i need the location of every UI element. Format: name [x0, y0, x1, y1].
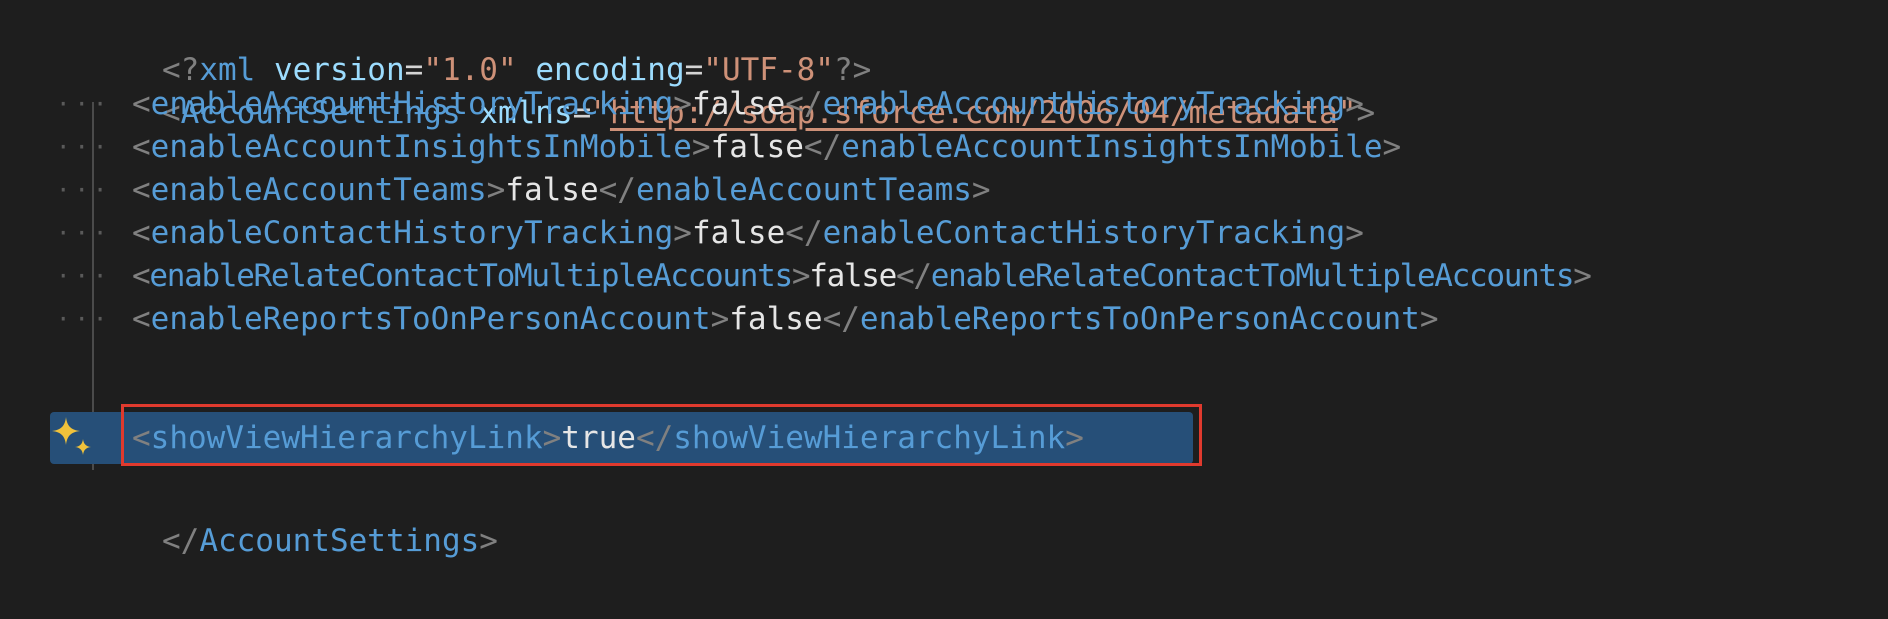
tag-bracket: </: [785, 86, 823, 122]
tag-bracket: </: [896, 258, 932, 294]
tag-bracket: >: [1419, 301, 1439, 337]
tag-bracket: >: [1382, 129, 1402, 165]
tag-bracket: >: [710, 301, 730, 337]
tag-bracket: <: [132, 215, 151, 251]
tag-bracket: >: [971, 172, 991, 208]
setting-close-tag: enableRelateContactToMultipleAccounts: [930, 258, 1575, 294]
tag-bracket: </: [161, 523, 200, 559]
setting-value: false: [505, 172, 599, 208]
tag-bracket: >: [791, 258, 811, 294]
setting-open-tag: enableReportsToOnPersonAccount: [150, 301, 711, 337]
setting-open-tag: enableContactHistoryTracking: [150, 215, 674, 251]
tag-bracket: >: [1345, 215, 1364, 251]
setting-open-tag: enableAccountInsightsInMobile: [150, 129, 692, 165]
whitespace-dots: ···: [56, 305, 112, 333]
highlight-box: [121, 404, 1202, 466]
code-line-root-close[interactable]: </AccountSettings>: [0, 463, 498, 559]
tag-bracket: >: [479, 523, 498, 559]
tag-bracket: <: [132, 301, 151, 337]
tag-bracket: </: [785, 215, 823, 251]
tag-bracket: >: [486, 172, 506, 208]
setting-value: false: [809, 258, 897, 294]
setting-value: false: [729, 301, 823, 337]
setting-value: false: [691, 86, 786, 122]
setting-open-tag: enableRelateContactToMultipleAccounts: [149, 258, 793, 294]
code-line-setting[interactable]: ··· <enableReportsToOnPersonAccount>fals…: [0, 293, 1439, 345]
tag-bracket: >: [1345, 86, 1364, 122]
tag-bracket: </: [822, 301, 860, 337]
tag-bracket: >: [673, 215, 692, 251]
setting-close-tag: enableContactHistoryTracking: [822, 215, 1346, 251]
setting-close-tag: enableAccountTeams: [635, 172, 972, 208]
tag-bracket: <: [132, 258, 151, 294]
setting-open-tag: enableAccountTeams: [150, 172, 487, 208]
setting-value: false: [710, 129, 804, 165]
root-close-tag-name: AccountSettings: [199, 523, 480, 559]
tag-bracket: </: [803, 129, 842, 165]
tag-bracket: >: [1573, 258, 1592, 294]
tag-bracket: >: [691, 129, 711, 165]
tag-bracket: <: [132, 172, 151, 208]
setting-open-tag: enableAccountHistoryTracking: [150, 86, 674, 122]
code-line-setting-selected[interactable]: <showViewHierarchyLink>true</showViewHie…: [0, 412, 1084, 464]
setting-close-tag: enableReportsToOnPersonAccount: [859, 301, 1420, 337]
code-editor[interactable]: <?xml version="1.0" encoding="UTF-8"?> <…: [0, 0, 1888, 559]
setting-close-tag: enableAccountInsightsInMobile: [841, 129, 1383, 165]
tag-bracket: <: [132, 129, 151, 165]
setting-close-tag: enableAccountHistoryTracking: [822, 86, 1346, 122]
tag-bracket: </: [598, 172, 636, 208]
setting-value: false: [691, 215, 786, 251]
tag-bracket: <: [132, 86, 151, 122]
tag-bracket: >: [673, 86, 692, 122]
